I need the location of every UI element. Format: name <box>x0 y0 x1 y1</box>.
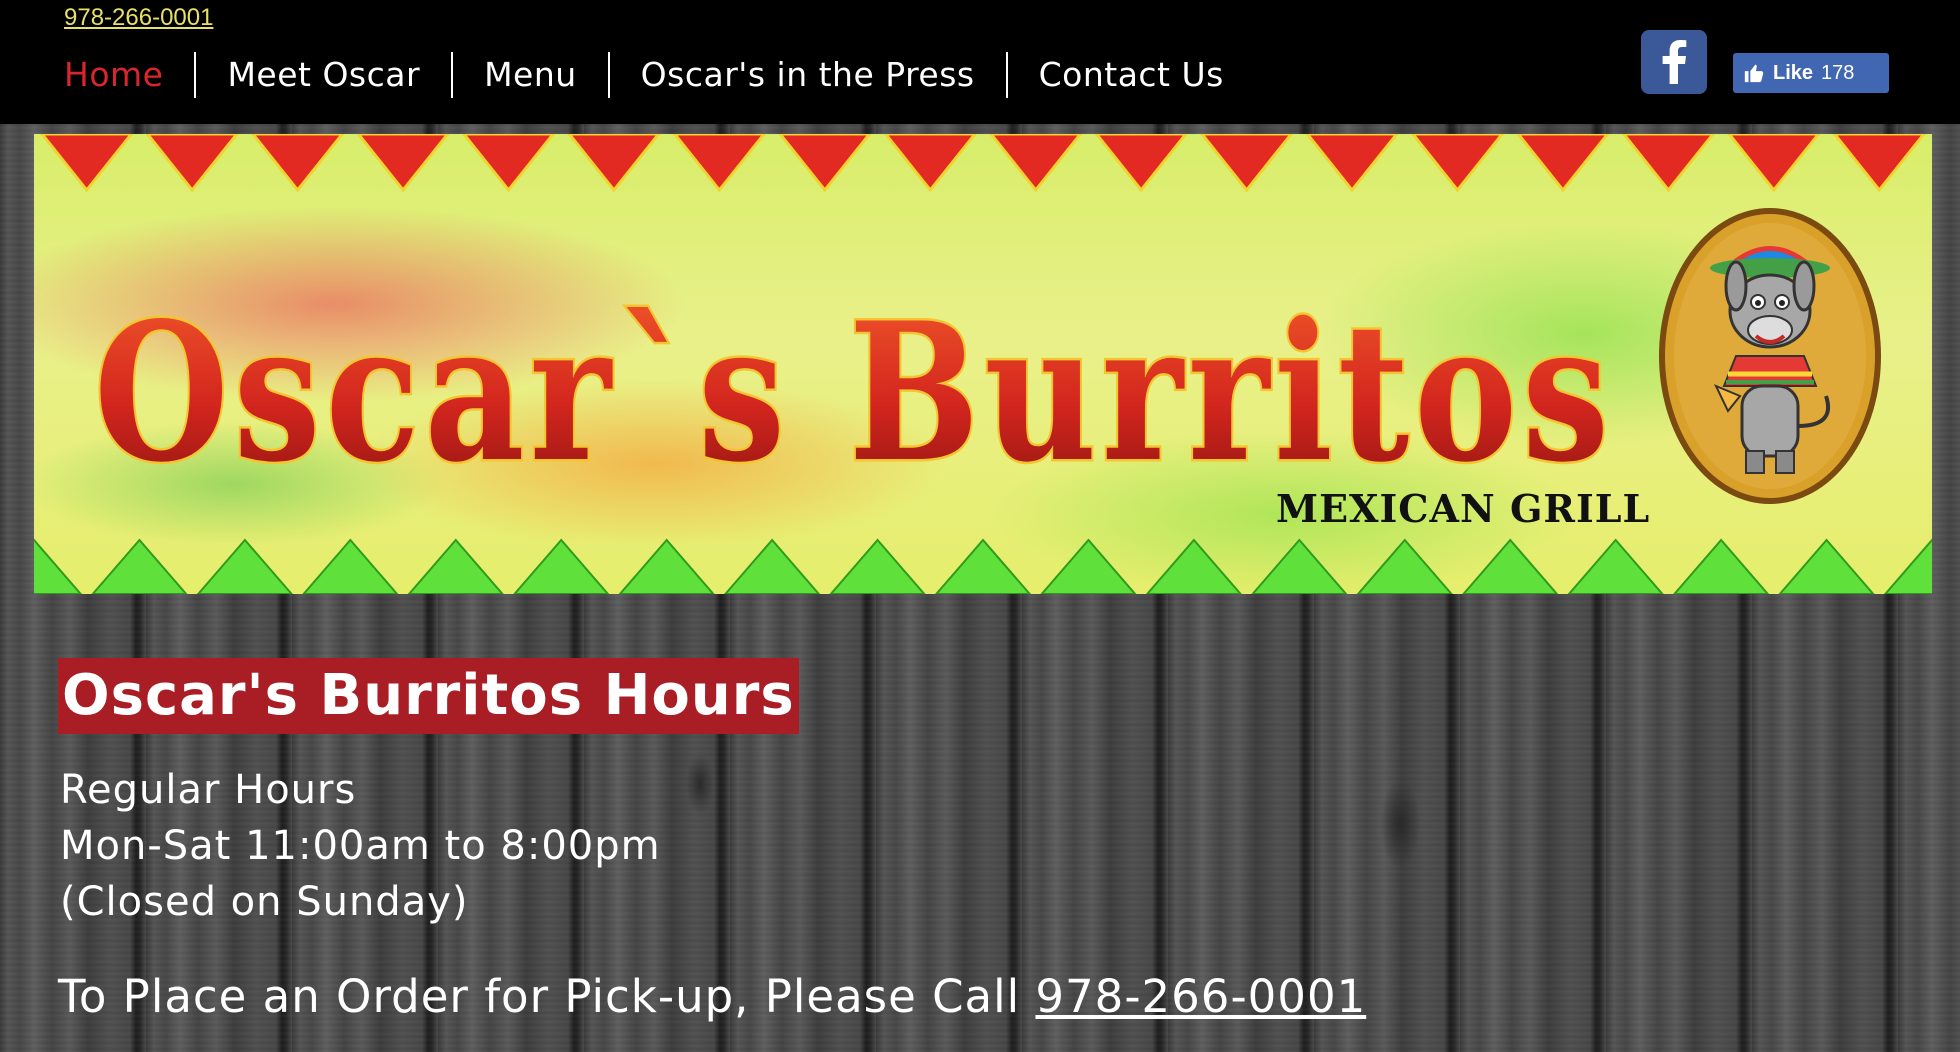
banner-subtitle: MEXICAN GRILL <box>1276 486 1651 531</box>
green-pennant <box>1145 538 1242 594</box>
hero-banner: Oscar`s Burritos MEXICAN GRILL <box>34 134 1932 594</box>
main-nav: Home Meet Oscar Menu Oscar's in the Pres… <box>40 52 1255 98</box>
nav-item-contact[interactable]: Contact Us <box>1005 52 1255 98</box>
green-pennant <box>91 538 188 594</box>
red-pennant <box>461 134 556 193</box>
site-header: 978-266-0001 Home Meet Oscar Menu Oscar'… <box>0 0 1960 124</box>
order-phone-link[interactable]: 978-266-0001 <box>1035 970 1366 1023</box>
nav-item-press[interactable]: Oscar's in the Press <box>607 52 1006 98</box>
order-text: To Place an Order for Pick-up, Please Ca… <box>58 970 1021 1023</box>
red-pennant <box>989 134 1083 193</box>
nav-item-meet-oscar[interactable]: Meet Oscar <box>194 52 451 98</box>
order-line: To Place an Order for Pick-up, Please Ca… <box>58 970 1366 1023</box>
banner-title-text: Oscar`s Burritos <box>94 294 1614 494</box>
red-pennant <box>1199 134 1294 193</box>
thumbs-up-icon <box>1744 64 1764 83</box>
green-pennant <box>1251 538 1348 594</box>
green-pennant <box>1883 538 1932 594</box>
nav-item-menu[interactable]: Menu <box>451 52 608 98</box>
green-pennant <box>302 538 399 594</box>
red-pennant <box>1305 134 1399 193</box>
red-pennant <box>672 134 767 193</box>
red-pennant <box>778 134 872 193</box>
red-pennant <box>40 134 134 193</box>
green-pennant <box>724 538 821 594</box>
green-pennant <box>1778 538 1875 594</box>
like-count: 178 <box>1821 61 1855 84</box>
green-pennant <box>513 538 610 594</box>
green-pennant <box>196 538 293 594</box>
red-pennant <box>356 134 450 193</box>
red-pennant <box>1727 134 1821 193</box>
red-pennant <box>1094 134 1188 193</box>
green-pennant <box>1673 538 1770 594</box>
facebook-icon[interactable] <box>1641 30 1707 94</box>
donkey-with-sombrero-icon <box>1659 208 1881 504</box>
red-pennant <box>883 134 977 193</box>
hours-title: Regular Hours <box>60 767 357 813</box>
green-pennant <box>829 538 926 594</box>
red-pennant <box>250 134 345 193</box>
hours-note: (Closed on Sunday) <box>60 879 469 925</box>
hours-block: Regular Hours Mon-Sat 11:00am to 8:00pm … <box>60 762 661 930</box>
hours-days: Mon-Sat 11:00am to 8:00pm <box>60 823 661 869</box>
nav-item-home[interactable]: Home <box>40 52 194 98</box>
green-pennant <box>934 538 1032 594</box>
red-pennant <box>145 134 239 193</box>
pennant-top <box>40 134 1926 193</box>
banner-title-logo: Oscar`s Burritos <box>94 294 1614 494</box>
green-pennant <box>1567 538 1664 594</box>
red-pennant <box>1410 134 1505 193</box>
green-pennant <box>407 538 504 594</box>
red-pennant <box>1832 134 1926 193</box>
green-pennant <box>1462 538 1559 594</box>
green-pennant <box>618 538 715 594</box>
red-pennant <box>1621 134 1716 193</box>
hours-heading: Oscar's Burritos Hours <box>58 658 799 734</box>
facebook-like-button[interactable]: Like 178 <box>1733 53 1889 93</box>
red-pennant <box>567 134 661 193</box>
green-pennant <box>34 538 83 594</box>
pennant-bottom <box>34 538 1932 594</box>
green-pennant <box>1356 538 1453 594</box>
header-phone-link[interactable]: 978-266-0001 <box>64 4 213 32</box>
green-pennant <box>1040 538 1137 594</box>
like-label: Like <box>1773 61 1814 84</box>
red-pennant <box>1516 134 1610 193</box>
